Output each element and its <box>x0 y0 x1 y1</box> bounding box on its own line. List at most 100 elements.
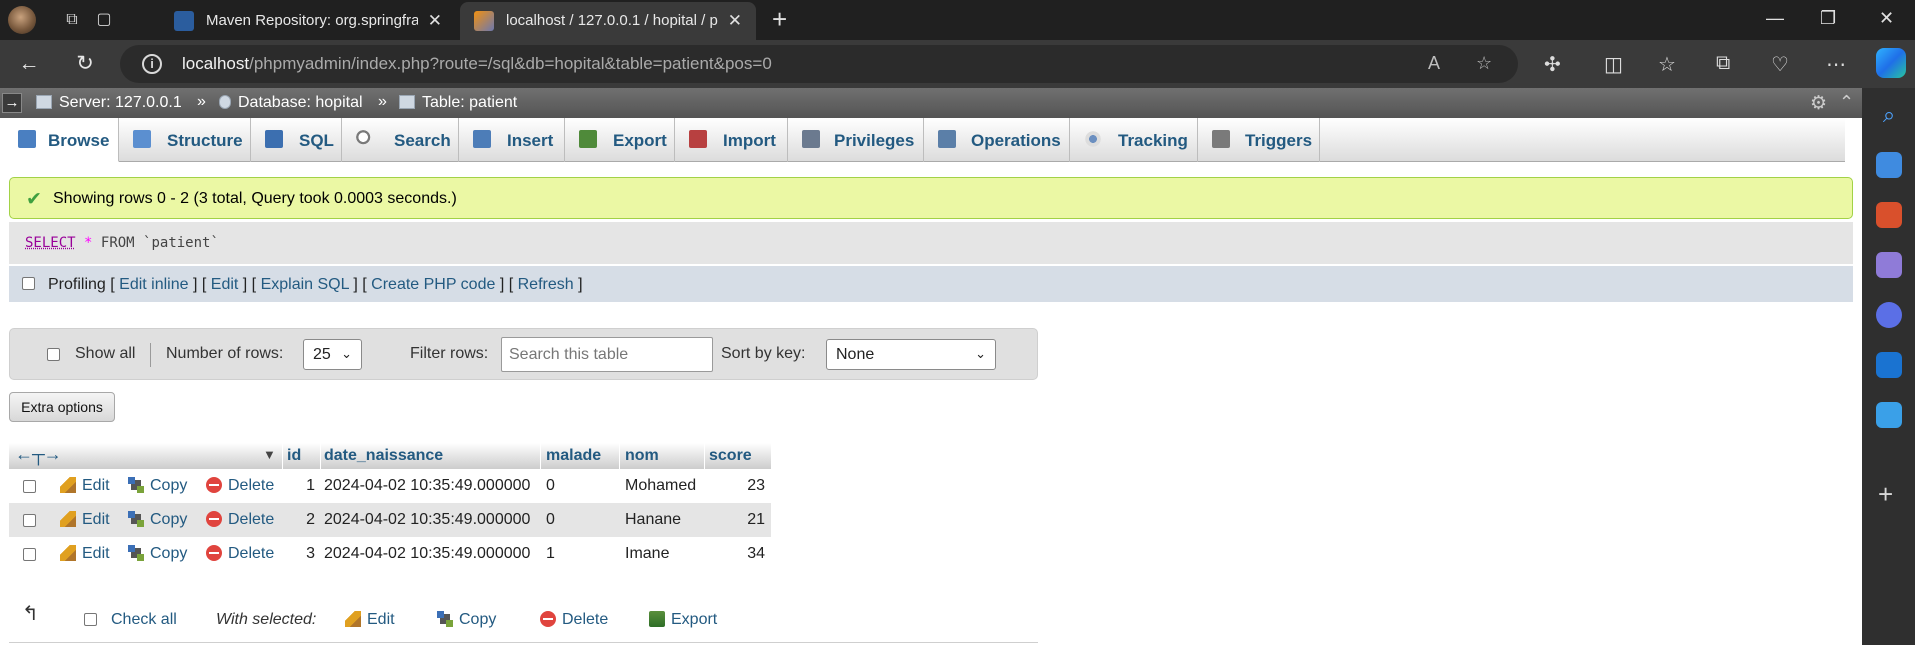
edit-link[interactable]: Edit <box>211 276 239 293</box>
sidebar-tools-icon[interactable] <box>1876 202 1902 228</box>
back-button[interactable]: ← <box>16 51 42 77</box>
cell-score[interactable]: 23 <box>709 477 765 495</box>
cell-malade[interactable]: 0 <box>546 477 555 495</box>
row-copy-link[interactable]: Copy <box>128 511 187 529</box>
cell-nom[interactable]: Mohamed <box>625 477 696 495</box>
column-header-malade[interactable]: malade <box>546 447 601 465</box>
cell-nom[interactable]: Imane <box>625 545 669 563</box>
sidebar-m365-icon[interactable] <box>1876 302 1902 328</box>
tab-sql[interactable]: SQL <box>251 118 342 162</box>
sidebar-add-icon[interactable]: + <box>1878 481 1893 507</box>
tab-insert[interactable]: Insert <box>459 118 565 162</box>
breadcrumb-table[interactable]: Table: patient <box>399 94 517 112</box>
bulk-export-button[interactable]: Export <box>649 611 717 629</box>
sort-triangle-icon[interactable]: ▼ <box>263 447 276 462</box>
profiling-checkbox[interactable] <box>22 277 35 290</box>
favorite-star-icon[interactable]: ☆ <box>1476 53 1492 74</box>
new-tab-button[interactable]: + <box>772 6 787 32</box>
row-copy-link[interactable]: Copy <box>128 545 187 563</box>
cell-score[interactable]: 34 <box>709 545 765 563</box>
row-checkbox[interactable] <box>23 514 36 527</box>
row-edit-link[interactable]: Edit <box>60 477 110 495</box>
settings-gear-icon[interactable]: ⚙ <box>1810 92 1827 115</box>
read-aloud-icon[interactable]: A <box>1428 53 1440 74</box>
sidebar-search-icon[interactable]: ⌕ <box>1876 102 1902 128</box>
row-checkbox[interactable] <box>23 548 36 561</box>
browser-tab-phpmyadmin[interactable]: localhost / 127.0.0.1 / hopital / patien… <box>460 2 756 40</box>
row-edit-link[interactable]: Edit <box>60 511 110 529</box>
sidebar-drop-icon[interactable] <box>1876 402 1902 428</box>
more-menu-icon[interactable]: ⋯ <box>1826 52 1846 77</box>
extensions-icon[interactable]: ✣ <box>1544 52 1561 77</box>
tab-actions-icon[interactable]: ▢ <box>92 8 116 32</box>
site-info-icon[interactable]: i <box>142 54 162 74</box>
column-header-id[interactable]: id <box>287 447 301 465</box>
cell-id[interactable]: 3 <box>292 545 315 563</box>
refresh-button[interactable]: ↻ <box>72 51 98 77</box>
url-text[interactable]: localhost/phpmyadmin/index.php?route=/sq… <box>182 54 772 74</box>
minimize-button[interactable]: — <box>1766 8 1784 29</box>
column-header-nom[interactable]: nom <box>625 447 659 465</box>
row-delete-link[interactable]: Delete <box>206 545 274 563</box>
cell-id[interactable]: 1 <box>292 477 315 495</box>
breadcrumb-database[interactable]: Database: hopital <box>219 94 363 112</box>
create-php-code-link[interactable]: Create PHP code <box>371 276 495 293</box>
close-tab-icon[interactable]: ✕ <box>728 11 742 31</box>
bulk-edit-button[interactable]: Edit <box>345 611 395 629</box>
bulk-copy-button[interactable]: Copy <box>437 611 496 629</box>
collapse-icon[interactable]: ⌃ <box>1839 92 1854 113</box>
tab-privileges[interactable]: Privileges <box>788 118 924 162</box>
filter-input[interactable]: Search this table <box>501 337 713 372</box>
profile-avatar[interactable] <box>8 6 36 34</box>
tab-import[interactable]: Import <box>675 118 788 162</box>
extra-options-button[interactable]: Extra options <box>9 392 115 422</box>
row-delete-link[interactable]: Delete <box>206 511 274 529</box>
sort-select[interactable]: None ⌄ <box>826 339 996 370</box>
row-delete-link[interactable]: Delete <box>206 477 274 495</box>
browser-tab-maven[interactable]: Maven Repository: org.springframework ✕ <box>160 2 456 40</box>
cell-nom[interactable]: Hanane <box>625 511 681 529</box>
tab-tracking[interactable]: Tracking <box>1070 118 1198 162</box>
cell-malade[interactable]: 0 <box>546 511 555 529</box>
cell-date-naissance[interactable]: 2024-04-02 10:35:49.000000 <box>324 511 530 529</box>
sql-query-box[interactable]: SELECT * FROM `patient` <box>9 222 1853 264</box>
cell-date-naissance[interactable]: 2024-04-02 10:35:49.000000 <box>324 545 530 563</box>
address-bar[interactable]: i localhost/phpmyadmin/index.php?route=/… <box>120 45 1518 83</box>
collections-icon[interactable]: ⧉ <box>1716 52 1730 75</box>
tab-browse[interactable]: Browse <box>0 118 119 162</box>
cell-score[interactable]: 21 <box>709 511 765 529</box>
copilot-icon[interactable] <box>1876 48 1906 78</box>
split-screen-icon[interactable]: ◫ <box>1604 52 1623 77</box>
bulk-delete-button[interactable]: Delete <box>540 611 608 629</box>
workspaces-icon[interactable]: ⧉ <box>60 8 84 32</box>
maximize-button[interactable]: ❐ <box>1820 8 1836 29</box>
column-header-score[interactable]: score <box>709 447 752 465</box>
edit-inline-link[interactable]: Edit inline <box>119 276 188 293</box>
show-all-checkbox[interactable] <box>47 348 60 361</box>
breadcrumb-server[interactable]: Server: 127.0.0.1 <box>36 94 182 112</box>
explain-sql-link[interactable]: Explain SQL <box>261 276 349 293</box>
favorites-icon[interactable]: ☆ <box>1658 52 1676 77</box>
browser-essentials-icon[interactable]: ♡ <box>1771 52 1789 77</box>
row-edit-link[interactable]: Edit <box>60 545 110 563</box>
cell-malade[interactable]: 1 <box>546 545 555 563</box>
navigation-toggle-icon[interactable]: → <box>2 93 22 113</box>
column-arrows-icon[interactable]: ←┬→ <box>15 444 62 465</box>
rows-select[interactable]: 25 ⌄ <box>303 339 362 370</box>
tab-export[interactable]: Export <box>565 118 675 162</box>
sidebar-games-icon[interactable] <box>1876 252 1902 278</box>
column-header-date-naissance[interactable]: date_naissance <box>324 447 443 465</box>
sidebar-outlook-icon[interactable] <box>1876 352 1902 378</box>
tab-structure[interactable]: Structure <box>119 118 251 162</box>
tab-search[interactable]: Search <box>342 118 459 162</box>
check-all-label[interactable]: Check all <box>111 611 177 629</box>
refresh-link[interactable]: Refresh <box>518 276 574 293</box>
row-copy-link[interactable]: Copy <box>128 477 187 495</box>
close-window-button[interactable]: ✕ <box>1879 8 1894 29</box>
sidebar-shopping-icon[interactable] <box>1876 152 1902 178</box>
tab-operations[interactable]: Operations <box>924 118 1070 162</box>
close-tab-icon[interactable]: ✕ <box>428 11 442 31</box>
tab-triggers[interactable]: Triggers <box>1198 118 1320 162</box>
check-all-checkbox[interactable] <box>84 613 97 626</box>
cell-date-naissance[interactable]: 2024-04-02 10:35:49.000000 <box>324 477 530 495</box>
